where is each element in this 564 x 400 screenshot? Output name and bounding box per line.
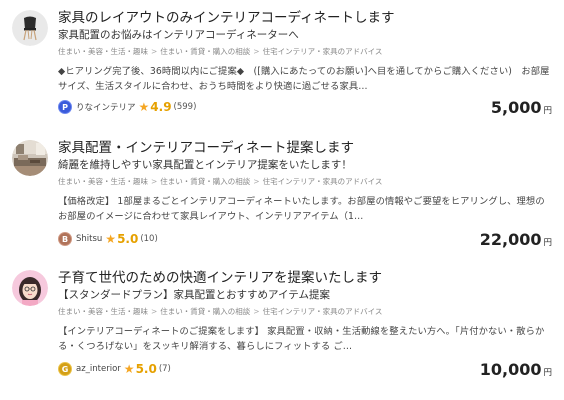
listing-card[interactable]: 家具配置・インテリアコーディネート提案します 綺麗を維持しやすい家具配置とインテ… (0, 130, 564, 258)
seller-name[interactable]: az_interior (76, 364, 121, 374)
star-icon: ★ (138, 100, 150, 114)
currency-label: 円 (543, 368, 552, 378)
price-value: 5,000 (490, 98, 542, 117)
chevron-right-icon: > (253, 47, 260, 56)
breadcrumb-item[interactable]: 住まい・美容・生活・趣味 (58, 47, 148, 56)
breadcrumb-item[interactable]: 住まい・賃貸・購入の相談 (160, 307, 250, 316)
seller-info[interactable]: G az_interior ★ 5.0 (7) (58, 360, 171, 378)
listing-title[interactable]: 家具のレイアウトのみインテリアコーディネートします (58, 10, 395, 26)
breadcrumb: 住まい・美容・生活・趣味 > 住まい・賃貸・購入の相談 > 住宅インテリア・家具のアドバ… (58, 307, 382, 317)
rating-value: 5.0 (135, 362, 157, 376)
currency-label: 円 (543, 106, 552, 116)
breadcrumb: 住まい・美容・生活・趣味 > 住まい・賃貸・購入の相談 > 住宅インテリア・家具のアドバ… (58, 177, 382, 187)
breadcrumb-item[interactable]: 住宅インテリア・家具のアドバイス (263, 307, 383, 316)
breadcrumb-item[interactable]: 住宅インテリア・家具のアドバイス (263, 177, 383, 186)
review-count: (10) (140, 234, 158, 244)
review-count: (599) (173, 102, 197, 112)
rank-badge-icon: B (58, 232, 72, 246)
listing-description: 【価格改定】 1部屋まるごとインテリアコーディネートいたします。お部屋の情報やご… (58, 196, 545, 222)
seller-name[interactable]: Shitsu (76, 234, 102, 244)
listing-description: ◆ヒアリング完了後、36時間以内にご提案◆ ([購入にあたってのお願い]へ目を通… (58, 66, 550, 92)
room-photo (12, 140, 48, 176)
star-icon: ★ (105, 232, 117, 246)
review-count: (7) (158, 364, 171, 374)
woman-illustration (12, 270, 48, 306)
breadcrumb-item[interactable]: 住まい・美容・生活・趣味 (58, 307, 148, 316)
listing-card[interactable]: 家具のレイアウトのみインテリアコーディネートします 家具配置のお悩みはインテリア… (0, 0, 564, 128)
listing-subtitle: 【スタンダードプラン】家具配置とおすすめアイテム提案 (58, 289, 330, 301)
avatar[interactable] (12, 140, 48, 176)
chair-icon (12, 10, 48, 46)
price: 22,000 円 (480, 230, 552, 249)
breadcrumb-item[interactable]: 住まい・賃貸・購入の相談 (160, 47, 250, 56)
listing-title[interactable]: 子育て世代のための快適インテリアを提案いたします (58, 270, 382, 286)
rank-badge-icon: P (58, 100, 72, 114)
price: 5,000 円 (491, 98, 552, 117)
breadcrumb: 住まい・美容・生活・趣味 > 住まい・賃貸・購入の相談 > 住宅インテリア・家具のアドバ… (58, 47, 382, 57)
chevron-right-icon: > (253, 177, 260, 186)
listing-description: 【インテリアコーディネートのご提案をします】 家具配置・収納・生活動線を整えたい… (58, 326, 545, 352)
chevron-right-icon: > (253, 307, 260, 316)
breadcrumb-item[interactable]: 住宅インテリア・家具のアドバイス (263, 47, 383, 56)
currency-label: 円 (543, 238, 552, 248)
price-value: 22,000 (479, 230, 542, 249)
price: 10,000 円 (480, 360, 552, 379)
seller-info[interactable]: B Shitsu ★ 5.0 (10) (58, 230, 158, 248)
breadcrumb-item[interactable]: 住まい・賃貸・購入の相談 (160, 177, 250, 186)
listing-title[interactable]: 家具配置・インテリアコーディネート提案します (58, 140, 354, 156)
chevron-right-icon: > (151, 47, 158, 56)
listing-subtitle: 家具配置のお悩みはインテリアコーディネーターへ (58, 29, 299, 41)
rank-badge-icon: G (58, 362, 72, 376)
chevron-right-icon: > (151, 177, 158, 186)
price-value: 10,000 (479, 360, 542, 379)
chevron-right-icon: > (151, 307, 158, 316)
avatar[interactable] (12, 10, 48, 46)
avatar[interactable] (12, 270, 48, 306)
rating-value: 4.9 (150, 100, 172, 114)
listing-subtitle: 綺麗を維持しやすい家具配置とインテリア提案をいたします！ (58, 159, 352, 171)
rating-value: 5.0 (117, 232, 139, 246)
seller-info[interactable]: P りなインテリア ★ 4.9 (599) (58, 98, 196, 116)
listing-card[interactable]: 子育て世代のための快適インテリアを提案いたします 【スタンダードプラン】家具配置… (0, 260, 564, 388)
star-icon: ★ (123, 362, 135, 376)
seller-name[interactable]: りなインテリア (76, 101, 136, 113)
breadcrumb-item[interactable]: 住まい・美容・生活・趣味 (58, 177, 148, 186)
